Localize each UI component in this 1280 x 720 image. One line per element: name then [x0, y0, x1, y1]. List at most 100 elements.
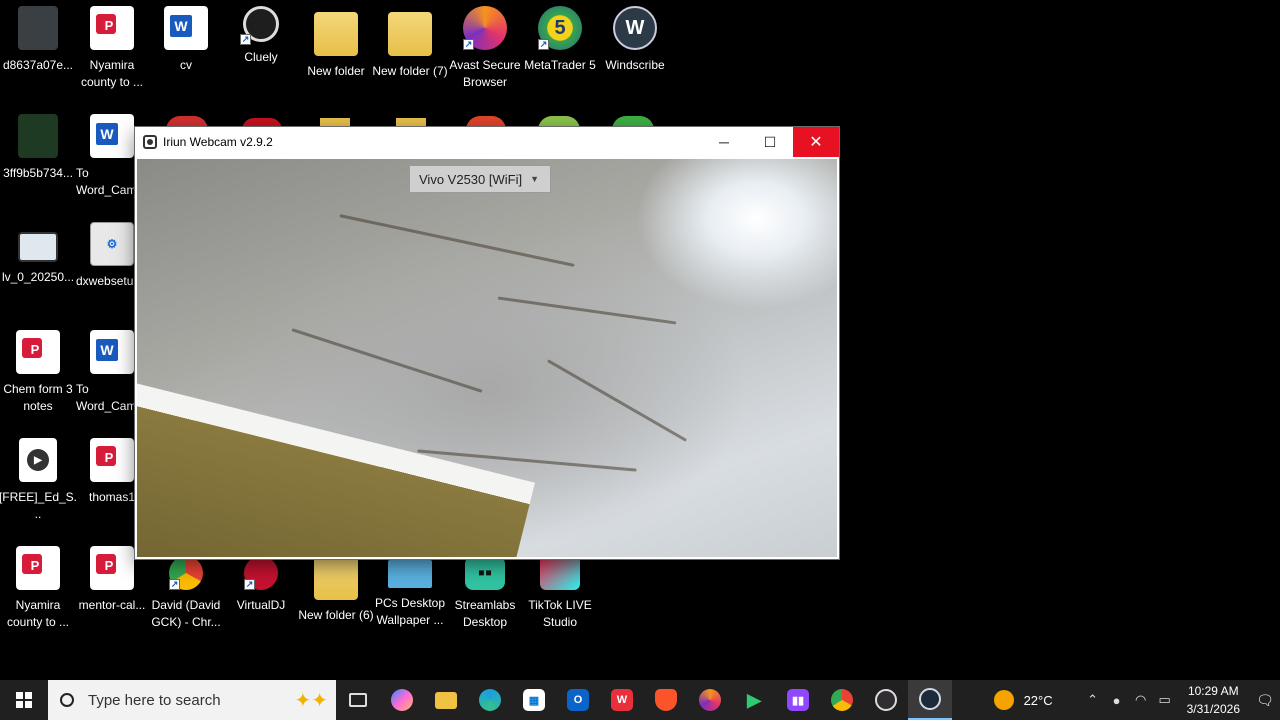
desktop-icon-lv-video[interactable]: lv_0_20250...: [0, 222, 76, 286]
taskbar-outlook[interactable]: O: [556, 680, 600, 720]
desktop-icon-tiktok-live-studio[interactable]: TikTok LIVE Studio: [522, 556, 598, 631]
audio-file-icon: ▶: [19, 438, 57, 482]
chevron-down-icon: ▼: [530, 174, 540, 184]
cluely-app-icon: ↗: [240, 6, 279, 45]
device-select-value: Vivo V2530 [WiFi]: [419, 171, 523, 187]
image-file-icon: [18, 114, 58, 158]
folder-icon: [314, 556, 358, 600]
clock[interactable]: 10:29 AM 3/31/2026: [1187, 682, 1240, 718]
folder-icon: [388, 12, 432, 56]
iriun-app-icon: [143, 135, 157, 149]
search-icon: [57, 690, 77, 710]
windows-logo-icon: [16, 692, 32, 708]
desktop-icon-3ff9b5b734[interactable]: 3ff9b5b734...: [0, 114, 76, 182]
pdf-file-icon: P: [90, 546, 134, 590]
file-explorer-icon: [435, 691, 457, 709]
desktop-icon-free-ed-s[interactable]: ▶ [FREE]_Ed_S...: [0, 438, 77, 523]
window-titlebar[interactable]: Iriun Webcam v2.9.2 ─ ☐ ✕: [135, 127, 839, 157]
chevron-up-icon[interactable]: ⌃: [1081, 692, 1105, 708]
desktop-icon-nyamira-county-pdf-2[interactable]: P Nyamira county to ...: [0, 546, 76, 631]
play-store-icon: ▶: [747, 689, 761, 710]
close-button[interactable]: ✕: [793, 127, 839, 157]
search-highlight-icon: ✦✦: [294, 690, 328, 712]
taskbar-app-green[interactable]: ▶: [732, 680, 776, 720]
outlook-icon: O: [567, 689, 589, 711]
word-file-icon: W: [90, 330, 134, 374]
chrome-profile-icon: ↗: [169, 556, 203, 590]
twitch-icon: ▮▮: [787, 689, 809, 711]
taskbar-avast[interactable]: [688, 680, 732, 720]
system-tray: 22°C ⌃ ● ◠ ▭ 10:29 AM 3/31/2026 🗨: [993, 680, 1280, 720]
taskbar-brave[interactable]: [644, 680, 688, 720]
taskbar-obs[interactable]: [864, 680, 908, 720]
iriun-icon: [919, 688, 941, 710]
weather-sun-icon[interactable]: [993, 690, 1014, 710]
word-file-icon: W: [90, 114, 134, 158]
start-button[interactable]: [0, 680, 48, 720]
battery-icon[interactable]: ▭: [1153, 692, 1177, 708]
notification-center-icon[interactable]: 🗨: [1250, 692, 1280, 709]
taskbar-twitch[interactable]: ▮▮: [776, 680, 820, 720]
taskbar-iriun[interactable]: [908, 680, 952, 720]
pdf-file-icon: P: [16, 330, 60, 374]
desktop-icon-avast-secure-browser[interactable]: ↗ Avast Secure Browser: [447, 6, 523, 91]
folder-icon: [314, 12, 358, 56]
desktop-icon-david-chrome[interactable]: ↗ David (David GCK) - Chr...: [148, 556, 224, 631]
obs-icon: [875, 689, 897, 711]
streamlabs-icon: ▪▪: [465, 556, 505, 590]
desktop-icon-cv[interactable]: W cv: [148, 6, 224, 74]
weather-temp[interactable]: 22°C: [1024, 693, 1053, 708]
brave-icon: [655, 689, 677, 711]
desktop-icon-new-folder-6[interactable]: New folder (6): [298, 556, 374, 624]
desktop-icon-new-folder[interactable]: New folder: [298, 6, 374, 80]
image-file-icon: [18, 6, 58, 50]
clock-date: 3/31/2026: [1186, 702, 1240, 716]
desktop-icon-pcs-desktop-wallpaper[interactable]: PCs Desktop Wallpaper ...: [372, 560, 448, 629]
search-placeholder: Type here to search: [88, 691, 221, 709]
taskbar-store[interactable]: ▦: [512, 680, 556, 720]
desktop-icon-metatrader-5[interactable]: 5 ↗ MetaTrader 5: [522, 6, 598, 74]
taskbar-edge[interactable]: [468, 680, 512, 720]
desktop-icon-virtualdj[interactable]: ↗ VirtualDJ: [223, 556, 299, 614]
tiktok-live-icon: [540, 556, 580, 590]
taskbar-wps[interactable]: W: [600, 680, 644, 720]
video-texture: [291, 328, 483, 393]
pdf-file-icon: P: [90, 438, 134, 482]
video-texture: [497, 296, 677, 325]
wallpaper-app-icon: [388, 560, 432, 588]
edge-icon: [479, 689, 501, 711]
maximize-button[interactable]: ☐: [747, 127, 793, 157]
copilot-icon: [391, 689, 413, 711]
minimize-button[interactable]: ─: [701, 127, 747, 157]
iriun-webcam-window[interactable]: Iriun Webcam v2.9.2 ─ ☐ ✕ Vivo V2530 [Wi…: [135, 127, 839, 559]
desktop-icon-new-folder-7[interactable]: New folder (7): [372, 6, 448, 80]
desktop-icon-streamlabs[interactable]: ▪▪ Streamlabs Desktop: [447, 556, 523, 631]
video-texture: [546, 359, 688, 442]
desktop-icon-chem-form-3-notes[interactable]: P Chem form 3 notes: [0, 330, 76, 415]
wifi-icon[interactable]: ◠: [1129, 692, 1153, 708]
chrome-icon: [831, 689, 853, 711]
word-file-icon: W: [164, 6, 208, 50]
task-view-icon: [349, 693, 367, 707]
taskbar: Type here to search ✦✦ ▦ O W ▶ ▮▮ 22°C ⌃…: [0, 680, 1280, 720]
virtualdj-icon: ↗: [244, 556, 278, 590]
taskbar-copilot[interactable]: [380, 680, 424, 720]
microphone-icon[interactable]: ●: [1105, 693, 1129, 708]
taskbar-file-explorer[interactable]: [424, 680, 468, 720]
video-board: [137, 381, 535, 557]
webcam-video-feed: [137, 159, 837, 557]
taskbar-search-box[interactable]: Type here to search ✦✦: [48, 680, 336, 720]
clock-time: 10:29 AM: [1187, 684, 1239, 698]
desktop-icon-d8637a07e[interactable]: d8637a07e...: [0, 6, 76, 74]
metatrader-icon: 5 ↗: [538, 6, 582, 50]
installer-icon: ⚙: [90, 222, 134, 266]
taskbar-chrome[interactable]: [820, 680, 864, 720]
device-select-dropdown[interactable]: Vivo V2530 [WiFi] ▼: [409, 165, 551, 193]
task-view-button[interactable]: [336, 680, 380, 720]
desktop-icon-nyamira-county-pdf[interactable]: P Nyamira county to ...: [74, 6, 150, 91]
desktop-icon-windscribe[interactable]: W Windscribe: [597, 6, 673, 74]
video-texture: [339, 214, 575, 267]
avast-browser-icon: ↗: [463, 6, 507, 50]
store-icon: ▦: [523, 689, 545, 711]
desktop-icon-cluely[interactable]: ↗ Cluely: [223, 6, 299, 66]
